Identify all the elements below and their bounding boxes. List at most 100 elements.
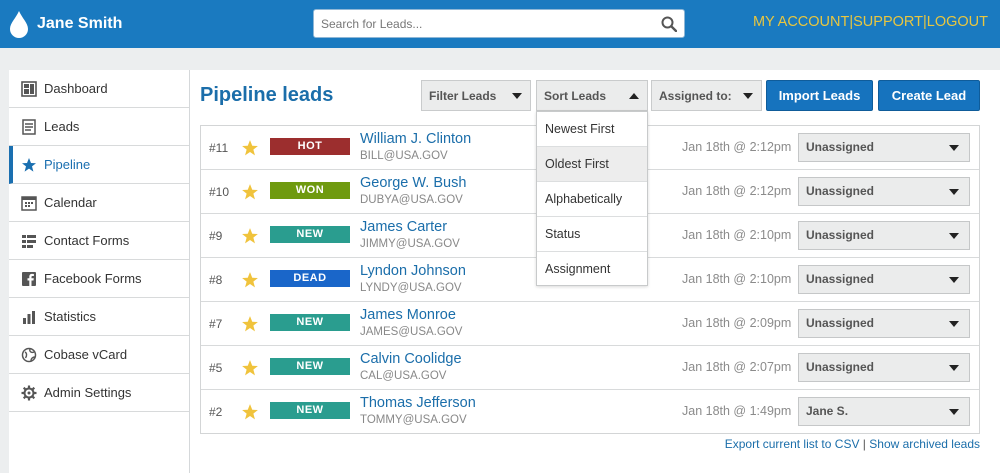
sidebar-item-calendar[interactable]: Calendar bbox=[9, 184, 189, 222]
star-icon[interactable] bbox=[241, 139, 259, 157]
star-icon[interactable] bbox=[241, 359, 259, 377]
assign-select[interactable]: Unassigned bbox=[798, 353, 970, 382]
sidebar-item-admin-settings[interactable]: Admin Settings bbox=[9, 374, 189, 412]
lead-id: #11 bbox=[209, 141, 229, 155]
star-icon[interactable] bbox=[241, 183, 259, 201]
status-badge: NEW bbox=[270, 402, 350, 419]
chevron-down-icon bbox=[949, 233, 959, 239]
lead-email: DUBYA@USA.GOV bbox=[360, 194, 463, 206]
sidebar-item-statistics[interactable]: Statistics bbox=[9, 298, 189, 336]
lead-name-link[interactable]: William J. Clinton bbox=[360, 131, 471, 147]
table-row[interactable]: #5 NEW Calvin Coolidge CAL@USA.GOV Jan 1… bbox=[201, 346, 979, 390]
lead-name-link[interactable]: James Monroe bbox=[360, 307, 456, 323]
lead-name-link[interactable]: Thomas Jefferson bbox=[360, 395, 476, 411]
globe-icon bbox=[21, 347, 37, 363]
brand: Jane Smith bbox=[9, 10, 122, 38]
assign-select[interactable]: Jane S. bbox=[798, 397, 970, 426]
assigned-to-dropdown[interactable]: Assigned to: bbox=[651, 80, 762, 111]
assign-select[interactable]: Unassigned bbox=[798, 177, 970, 206]
lead-name-link[interactable]: George W. Bush bbox=[360, 175, 466, 191]
sort-option-status[interactable]: Status bbox=[537, 217, 647, 252]
lead-name-link[interactable]: Lyndon Johnson bbox=[360, 263, 466, 279]
sidebar-item-dashboard[interactable]: Dashboard bbox=[9, 70, 189, 108]
lead-id: #10 bbox=[209, 185, 230, 199]
status-badge: DEAD bbox=[270, 270, 350, 287]
lead-name-link[interactable]: James Carter bbox=[360, 219, 447, 235]
dashboard-icon bbox=[21, 80, 37, 97]
lead-date: Jan 18th @ 2:12pm bbox=[682, 140, 792, 154]
chevron-down-icon bbox=[949, 321, 959, 327]
status-badge: WON bbox=[270, 182, 350, 199]
chevron-down-icon bbox=[743, 93, 753, 99]
chevron-down-icon bbox=[949, 365, 959, 371]
sort-option-assignment[interactable]: Assignment bbox=[537, 252, 647, 287]
sidebar-item-label: Cobase vCard bbox=[44, 347, 128, 362]
sidebar-item-pipeline[interactable]: Pipeline bbox=[9, 146, 189, 184]
lead-date: Jan 18th @ 1:49pm bbox=[682, 404, 792, 418]
user-name: Jane Smith bbox=[37, 15, 123, 32]
chevron-down-icon bbox=[949, 145, 959, 151]
assign-select[interactable]: Unassigned bbox=[798, 221, 970, 250]
sort-option-oldest-first[interactable]: Oldest First bbox=[537, 147, 647, 182]
sidebar-item-label: Calendar bbox=[44, 195, 97, 210]
show-archived-link[interactable]: Show archived leads bbox=[869, 437, 980, 451]
calendar-icon bbox=[21, 195, 37, 211]
status-badge: HOT bbox=[270, 138, 350, 155]
support-link[interactable]: SUPPORT bbox=[853, 14, 923, 30]
lead-name-link[interactable]: Calvin Coolidge bbox=[360, 351, 462, 367]
sort-leads-label: Sort Leads bbox=[544, 88, 607, 103]
sidebar-item-contact-forms[interactable]: Contact Forms bbox=[9, 222, 189, 260]
star-icon[interactable] bbox=[241, 271, 259, 289]
top-bar: Jane Smith MY ACCOUNT|SUPPORT|LOGOUT bbox=[0, 0, 1000, 48]
assign-value: Unassigned bbox=[806, 272, 875, 286]
assign-value: Unassigned bbox=[806, 140, 875, 154]
lead-id: #2 bbox=[209, 405, 223, 419]
chevron-down-icon bbox=[512, 93, 522, 99]
chevron-down-icon bbox=[949, 189, 959, 195]
star-icon[interactable] bbox=[241, 227, 259, 245]
filter-leads-dropdown[interactable]: Filter Leads bbox=[421, 80, 531, 111]
export-csv-link[interactable]: Export current list to CSV bbox=[725, 437, 860, 451]
star-icon bbox=[21, 157, 37, 173]
lead-email: JAMES@USA.GOV bbox=[360, 326, 463, 338]
assign-select[interactable]: Unassigned bbox=[798, 265, 970, 294]
lead-email: BILL@USA.GOV bbox=[360, 150, 448, 162]
link-separator: | bbox=[862, 437, 866, 451]
lead-id: #8 bbox=[209, 273, 223, 287]
logout-link[interactable]: LOGOUT bbox=[927, 14, 988, 30]
table-row[interactable]: #7 NEW James Monroe JAMES@USA.GOV Jan 18… bbox=[201, 302, 979, 346]
star-icon[interactable] bbox=[241, 315, 259, 333]
list-footer-links: Export current list to CSV | Show archiv… bbox=[725, 437, 980, 451]
table-row[interactable]: #2 NEW Thomas Jefferson TOMMY@USA.GOV Ja… bbox=[201, 390, 979, 434]
sort-options-menu: Newest First Oldest First Alphabetically… bbox=[536, 111, 648, 286]
search-input[interactable] bbox=[314, 10, 649, 37]
sidebar-item-facebook-forms[interactable]: Facebook Forms bbox=[9, 260, 189, 298]
sort-option-alphabetically[interactable]: Alphabetically bbox=[537, 182, 647, 217]
sort-leads-dropdown[interactable]: Sort Leads bbox=[536, 80, 648, 111]
assign-value: Unassigned bbox=[806, 316, 875, 330]
lead-date: Jan 18th @ 2:09pm bbox=[682, 316, 792, 330]
sidebar-item-cobase-vcard[interactable]: Cobase vCard bbox=[9, 336, 189, 374]
search-box bbox=[313, 9, 685, 38]
assign-select[interactable]: Unassigned bbox=[798, 309, 970, 338]
sidebar-item-leads[interactable]: Leads bbox=[9, 108, 189, 146]
create-lead-button[interactable]: Create Lead bbox=[878, 80, 980, 111]
status-badge: NEW bbox=[270, 314, 350, 331]
assigned-to-label: Assigned to: bbox=[659, 88, 732, 103]
sidebar-item-label: Pipeline bbox=[44, 157, 91, 172]
lead-email: JIMMY@USA.GOV bbox=[360, 238, 460, 250]
assign-value: Unassigned bbox=[806, 228, 875, 242]
lead-id: #7 bbox=[209, 317, 223, 331]
status-badge: NEW bbox=[270, 358, 350, 375]
import-leads-button[interactable]: Import Leads bbox=[766, 80, 873, 111]
assign-select[interactable]: Unassigned bbox=[798, 133, 970, 162]
search-icon[interactable] bbox=[661, 16, 677, 32]
lead-id: #5 bbox=[209, 361, 223, 375]
gear-icon bbox=[21, 385, 37, 401]
lead-date: Jan 18th @ 2:10pm bbox=[682, 228, 792, 242]
lead-email: LYNDY@USA.GOV bbox=[360, 282, 462, 294]
chevron-down-icon bbox=[949, 277, 959, 283]
star-icon[interactable] bbox=[241, 403, 259, 421]
my-account-link[interactable]: MY ACCOUNT bbox=[753, 14, 849, 30]
sort-option-newest-first[interactable]: Newest First bbox=[537, 112, 647, 147]
